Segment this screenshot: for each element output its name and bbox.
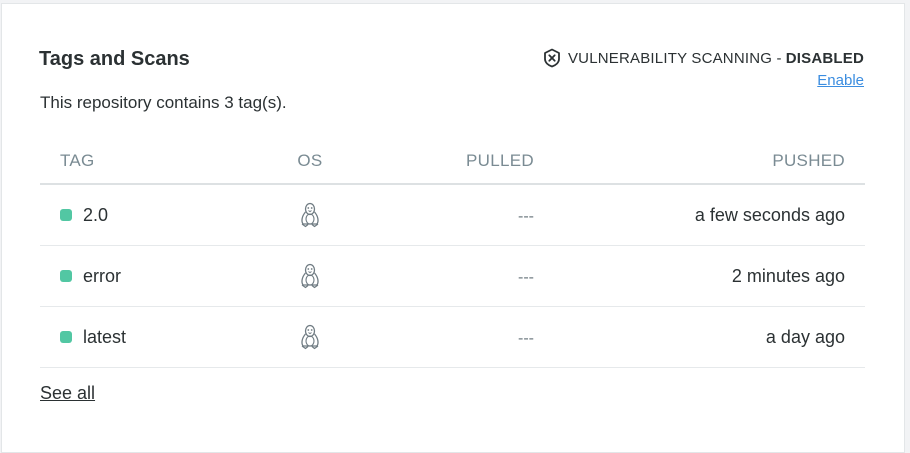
pulled-cell: --- [360, 306, 534, 368]
tag-name[interactable]: error [83, 266, 121, 287]
pulled-cell: --- [360, 245, 534, 307]
pulled-value: --- [518, 268, 534, 286]
os-cell [260, 306, 360, 368]
linux-icon [299, 324, 321, 350]
tag-cell: latest [40, 306, 260, 368]
os-cell [260, 184, 360, 246]
linux-icon [299, 263, 321, 289]
scanning-status-line: VULNERABILITY SCANNING - DISABLED [542, 48, 864, 68]
table-row[interactable]: error --- 2 minutes ago [40, 245, 865, 307]
tag-name[interactable]: latest [83, 327, 126, 348]
scanning-status-value: DISABLED [785, 49, 864, 67]
tag-count-description: This repository contains 3 tag(s). [40, 93, 287, 112]
os-cell [260, 245, 360, 307]
tag-cell: 2.0 [40, 184, 260, 246]
pulled-value: --- [518, 329, 534, 347]
enable-scanning-link[interactable]: Enable [542, 72, 864, 89]
pushed-cell: a day ago [534, 306, 865, 368]
pulled-cell: --- [360, 184, 534, 246]
linux-icon [299, 202, 321, 228]
vulnerability-scanning-status: VULNERABILITY SCANNING - DISABLED Enable [542, 48, 864, 89]
table-row[interactable]: latest --- a day ago [40, 306, 865, 368]
column-header-os[interactable]: OS [260, 139, 360, 185]
see-all-link[interactable]: See all [40, 383, 95, 404]
column-header-pulled[interactable]: PULLED [360, 139, 534, 185]
column-header-tag[interactable]: TAG [40, 139, 260, 185]
scanning-label: VULNERABILITY SCANNING - [567, 49, 782, 67]
tag-status-dot [60, 331, 72, 343]
tag-name[interactable]: 2.0 [83, 205, 108, 226]
tag-cell: error [40, 245, 260, 307]
tag-status-dot [60, 209, 72, 221]
panel-title: Tags and Scans [39, 48, 190, 70]
shield-x-icon [542, 48, 562, 68]
table-row[interactable]: 2.0 --- a few seconds ago [40, 184, 865, 246]
pushed-cell: 2 minutes ago [534, 245, 865, 307]
tag-status-dot [60, 270, 72, 282]
table-header-row: TAG OS PULLED PUSHED [40, 139, 865, 185]
column-header-pushed[interactable]: PUSHED [534, 139, 865, 185]
pushed-cell: a few seconds ago [534, 184, 865, 246]
tags-table: TAG OS PULLED PUSHED 2.0 --- a few secon… [40, 139, 865, 368]
pulled-value: --- [518, 207, 534, 225]
card-header: Tags and Scans VULNERABILITY SCANNING - … [39, 44, 864, 94]
